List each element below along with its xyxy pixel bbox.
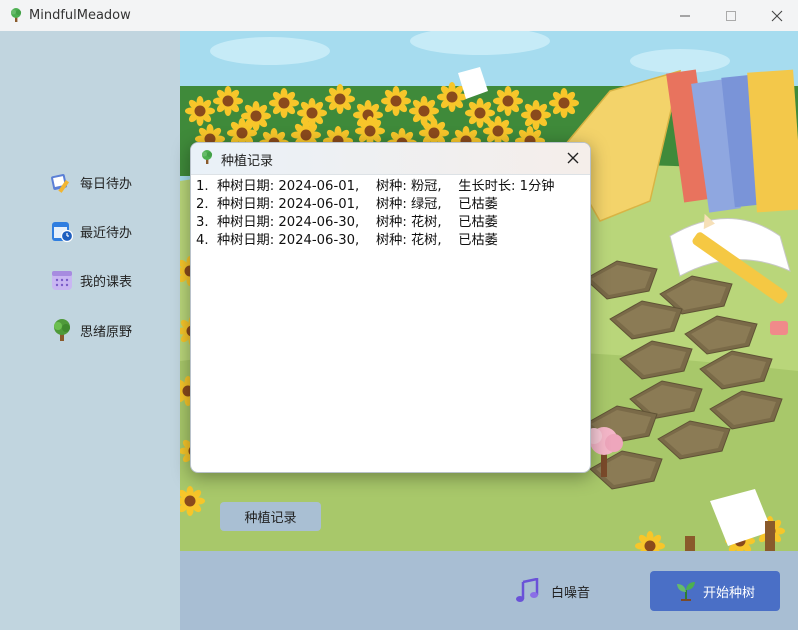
- record-list: 1. 种树日期: 2024-06-01, 树种: 粉冠, 生长时长: 1分钟 2…: [196, 178, 554, 250]
- minimize-button[interactable]: [662, 0, 708, 31]
- white-noise-label: 白噪音: [551, 585, 591, 601]
- sidebar-item-schedule[interactable]: 我的课表: [50, 265, 175, 295]
- record-item: 4. 种树日期: 2024-06-30, 树种: 花树, 已枯萎: [196, 233, 498, 248]
- calendar-icon: [52, 271, 72, 290]
- music-note-icon: [516, 578, 539, 602]
- plant-record-button[interactable]: 种植记录: [220, 502, 321, 531]
- start-planting-button[interactable]: 开始种树: [650, 571, 780, 611]
- dialog-close-button[interactable]: [561, 146, 585, 170]
- tree-logo-icon: [11, 8, 22, 22]
- close-button[interactable]: [754, 0, 798, 31]
- tree-logo-icon: [202, 150, 213, 164]
- planting-record-dialog: 种植记录 1. 种树日期: 2024-06-01, 树种: 粉冠, 生长时长: …: [190, 142, 591, 473]
- sidebar: 每日待办 最近待办 我的课表 思绪原野: [0, 31, 180, 630]
- sidebar-item-meadow[interactable]: 思绪原野: [50, 315, 175, 345]
- dialog-header: 种植记录: [191, 143, 590, 175]
- maximize-button[interactable]: [708, 0, 754, 31]
- sidebar-item-label: 思绪原野: [80, 324, 133, 340]
- sidebar-item-label: 最近待办: [80, 225, 133, 241]
- sidebar-item-recent-todo[interactable]: 最近待办: [50, 216, 175, 246]
- sidebar-item-label: 我的课表: [80, 274, 133, 290]
- sidebar-item-label: 每日待办: [80, 176, 133, 192]
- record-item: 3. 种树日期: 2024-06-30, 树种: 花树, 已枯萎: [196, 215, 498, 230]
- close-icon: [567, 152, 579, 164]
- dialog-title: 种植记录: [221, 154, 274, 169]
- white-noise-button[interactable]: 白噪音: [515, 575, 605, 607]
- tree-icon: [54, 319, 70, 341]
- title-bar: MindfulMeadow: [0, 0, 798, 32]
- start-planting-label: 开始种树: [702, 585, 755, 601]
- calendar-clock-icon: [52, 222, 74, 243]
- maximize-icon: [726, 10, 736, 21]
- app-title: MindfulMeadow: [29, 8, 131, 23]
- record-item: 2. 种树日期: 2024-06-01, 树种: 绿冠, 已枯萎: [196, 197, 498, 212]
- notepad-pencil-icon: [51, 174, 70, 193]
- minimize-icon: [680, 15, 690, 16]
- close-icon: [771, 10, 783, 21]
- sprout-icon: [676, 582, 695, 601]
- sidebar-item-daily-todo[interactable]: 每日待办: [50, 167, 175, 197]
- record-item: 1. 种树日期: 2024-06-01, 树种: 粉冠, 生长时长: 1分钟: [196, 179, 555, 194]
